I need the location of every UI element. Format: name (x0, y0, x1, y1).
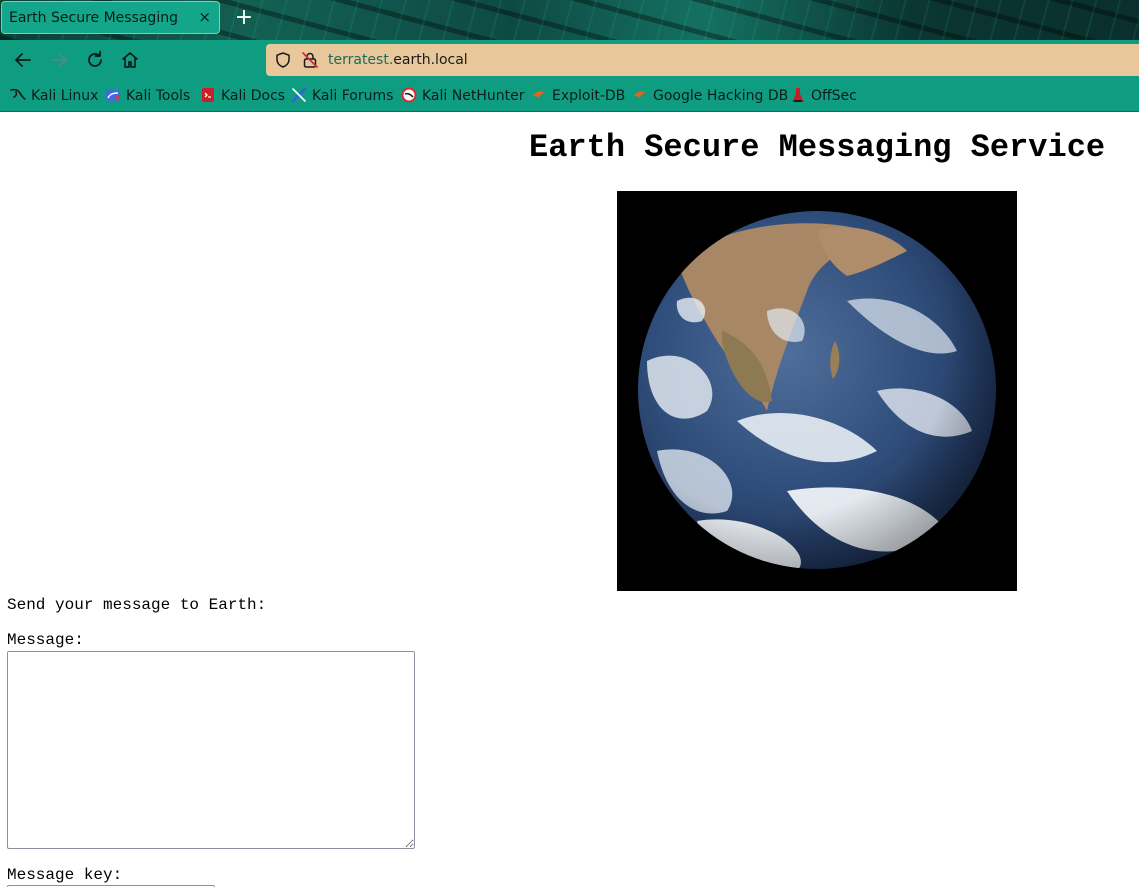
bookmark-label: Kali Tools (126, 88, 191, 104)
bookmark-kali-docs[interactable]: Kali Docs (200, 87, 285, 105)
earth-image (617, 191, 1017, 591)
bookmark-kali-nethunter[interactable]: Kali NetHunter (401, 87, 524, 105)
bookmark-label: Exploit-DB (552, 88, 626, 104)
bookmarks-toolbar: Kali Linux Kali Tools Kali Docs Kali For… (0, 80, 1139, 112)
tab-strip: Earth Secure Messaging × + (0, 0, 1139, 40)
home-icon (122, 52, 138, 68)
bookmark-label: Kali Forums (312, 88, 394, 104)
url-host: earth.local (393, 52, 468, 68)
arrow-left-icon (15, 53, 31, 67)
bookmark-offsec[interactable]: OffSec (790, 87, 857, 105)
forward-button[interactable] (47, 48, 71, 72)
ghdb-icon (634, 91, 646, 98)
kali-nethunter-icon (401, 87, 417, 103)
navigation-toolbar: terratest.earth.local (0, 40, 1139, 80)
bookmark-kali-linux[interactable]: Kali Linux (10, 87, 98, 105)
url-subdomain: terratest. (328, 52, 394, 68)
kali-dragon-icon (10, 88, 26, 100)
bookmark-google-hacking-db[interactable]: Google Hacking DB (632, 87, 788, 105)
bookmark-label: Kali Linux (31, 88, 99, 104)
form-intro: Send your message to Earth: (7, 596, 267, 614)
bookmark-exploit-db[interactable]: Exploit-DB (531, 87, 625, 105)
tab-earth-secure-messaging[interactable]: Earth Secure Messaging × (1, 1, 220, 34)
kali-tools-icon (106, 90, 120, 101)
kali-forums-icon (291, 87, 307, 103)
message-label: Message: (7, 631, 84, 649)
page-content: Earth Secure Messaging Service Send your… (0, 112, 1139, 887)
bookmark-kali-tools[interactable]: Kali Tools (105, 87, 190, 105)
bookmark-label: Google Hacking DB (653, 88, 789, 104)
message-key-label: Message key: (7, 866, 123, 884)
close-icon[interactable]: × (198, 8, 211, 26)
exploit-db-icon (533, 91, 545, 98)
url-bar[interactable]: terratest.earth.local (266, 44, 1139, 76)
page-title: Earth Secure Messaging Service (529, 129, 1106, 166)
new-tab-button[interactable]: + (233, 5, 255, 31)
bookmark-label: Kali Docs (221, 88, 286, 104)
reload-icon (88, 50, 102, 67)
url-text[interactable]: terratest.earth.local (328, 52, 468, 68)
message-textarea[interactable] (7, 651, 415, 849)
bookmark-label: Kali NetHunter (422, 88, 525, 104)
bookmark-kali-forums[interactable]: Kali Forums (291, 87, 393, 105)
arrow-right-icon (51, 53, 67, 67)
offsec-icon (792, 88, 804, 102)
tab-title: Earth Secure Messaging (9, 10, 178, 26)
reload-button[interactable] (83, 48, 107, 72)
bookmark-label: OffSec (811, 88, 857, 104)
home-button[interactable] (118, 48, 142, 72)
shield-icon[interactable] (274, 51, 292, 69)
kali-docs-icon (202, 88, 214, 102)
insecure-lock-icon[interactable] (301, 51, 319, 69)
back-button[interactable] (11, 48, 35, 72)
earth-globe-graphic (617, 191, 1017, 591)
